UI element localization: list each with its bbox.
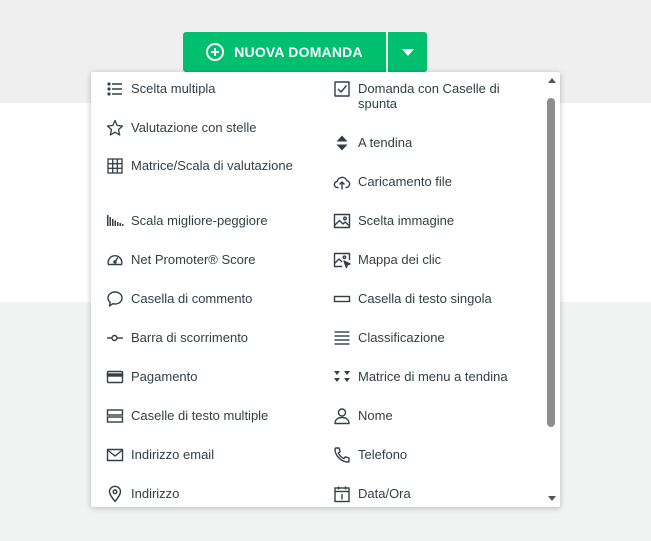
list-icon [106, 80, 124, 98]
menu-item-image-choice[interactable]: Scelta immagine [333, 213, 508, 230]
menu-item-ranking[interactable]: Classificazione [333, 330, 508, 347]
menu-item-comment-box[interactable]: Casella di commento [106, 291, 296, 308]
menu-item-label: Scelta immagine [358, 213, 455, 228]
menu-item-multiple-choice[interactable]: Scelta multipla [106, 81, 296, 98]
menu-item-click-map[interactable]: Mappa dei clic [333, 252, 508, 269]
new-question-dropdown-toggle[interactable] [388, 32, 427, 72]
caret-down-icon [401, 48, 414, 56]
menu-item-slider[interactable]: Barra di scorrimento [106, 330, 296, 347]
menu-item-phone[interactable]: Telefono [333, 447, 508, 464]
menu-item-star-rating[interactable]: Valutazione con stelle [106, 119, 296, 137]
triangles-icon [333, 368, 351, 386]
menu-item-label: Domanda con Caselle di spunta [358, 81, 500, 111]
calendar-icon [333, 485, 351, 503]
slider-icon [106, 329, 124, 347]
lines-icon [333, 329, 351, 347]
menu-item-label: Indirizzo email [131, 447, 215, 462]
cloud-upload-icon [333, 173, 351, 191]
scroll-up-arrow-icon[interactable] [548, 78, 556, 83]
menu-item-single-text-box[interactable]: Casella di testo singola [333, 291, 508, 308]
menu-item-dropdown[interactable]: A tendina [333, 135, 508, 152]
add-circle-icon [206, 43, 225, 61]
new-question-label: NUOVA DOMANDA [234, 44, 363, 60]
speech-bubble-icon [106, 290, 124, 308]
new-question-split-button: NUOVA DOMANDA [183, 32, 427, 72]
menu-item-label: Matrice di menu a tendina [358, 369, 508, 384]
menu-item-label: Data/Ora [358, 486, 411, 501]
menu-item-label: Mappa dei clic [358, 252, 442, 267]
menu-item-label: Valutazione con stelle [131, 120, 257, 135]
phone-icon [333, 446, 351, 464]
credit-card-icon [106, 368, 124, 386]
menu-item-label: Caricamento file [358, 174, 452, 189]
new-question-button[interactable]: NUOVA DOMANDA [183, 32, 386, 72]
bars-scale-icon [106, 212, 124, 230]
menu-item-address[interactable]: Indirizzo [106, 485, 296, 503]
menu-item-email[interactable]: Indirizzo email [106, 447, 296, 464]
menu-scrollbar[interactable] [545, 72, 560, 507]
menu-item-label: Casella di testo singola [358, 291, 492, 306]
menu-item-label: Indirizzo [131, 486, 180, 501]
menu-item-label: Classificazione [358, 330, 445, 345]
star-icon [106, 119, 124, 137]
menu-item-date-time[interactable]: Data/Ora [333, 486, 508, 503]
menu-item-file-upload[interactable]: Caricamento file [333, 174, 508, 191]
text-box-icon [333, 290, 351, 308]
envelope-icon [106, 446, 124, 464]
map-pin-icon [106, 485, 124, 503]
menu-item-checkboxes[interactable]: Domanda con Caselle di spunta [333, 81, 508, 111]
menu-item-matrix-dropdown[interactable]: Matrice di menu a tendina [333, 369, 508, 386]
menu-item-label: A tendina [358, 135, 413, 150]
menu-item-label: Nome [358, 408, 393, 423]
menu-item-label: Pagamento [131, 369, 198, 384]
menu-item-matrix-rating[interactable]: Matrice/Scala di valutazione [106, 158, 296, 175]
scrollbar-thumb[interactable] [547, 98, 555, 427]
image-click-icon [333, 251, 351, 269]
menu-item-label: Scelta multipla [131, 81, 216, 96]
menu-item-name[interactable]: Nome [333, 408, 508, 425]
stacked-boxes-icon [106, 407, 124, 425]
menu-item-multiple-text-boxes[interactable]: Caselle di testo multiple [106, 408, 296, 425]
menu-item-label: Telefono [358, 447, 408, 462]
question-type-menu: Scelta multipla Valutazione con stelle M… [91, 72, 560, 507]
scroll-down-arrow-icon[interactable] [548, 496, 556, 501]
image-icon [333, 212, 351, 230]
menu-item-label: Caselle di testo multiple [131, 408, 269, 423]
grid-icon [106, 157, 124, 175]
checkbox-icon [333, 80, 351, 98]
person-icon [333, 407, 351, 425]
menu-item-label: Barra di scorrimento [131, 330, 249, 345]
menu-item-label: Matrice/Scala di valutazione [131, 158, 293, 173]
up-down-arrows-icon [333, 134, 351, 152]
menu-item-nps[interactable]: Net Promoter® Score [106, 252, 296, 269]
menu-item-label: Scala migliore-peggiore [131, 213, 268, 228]
menu-item-label: Casella di commento [131, 291, 253, 306]
menu-item-payment[interactable]: Pagamento [106, 369, 296, 386]
gauge-icon [106, 251, 124, 269]
menu-item-best-worst-scale[interactable]: Scala migliore-peggiore [106, 213, 296, 230]
menu-item-label: Net Promoter® Score [131, 252, 256, 267]
